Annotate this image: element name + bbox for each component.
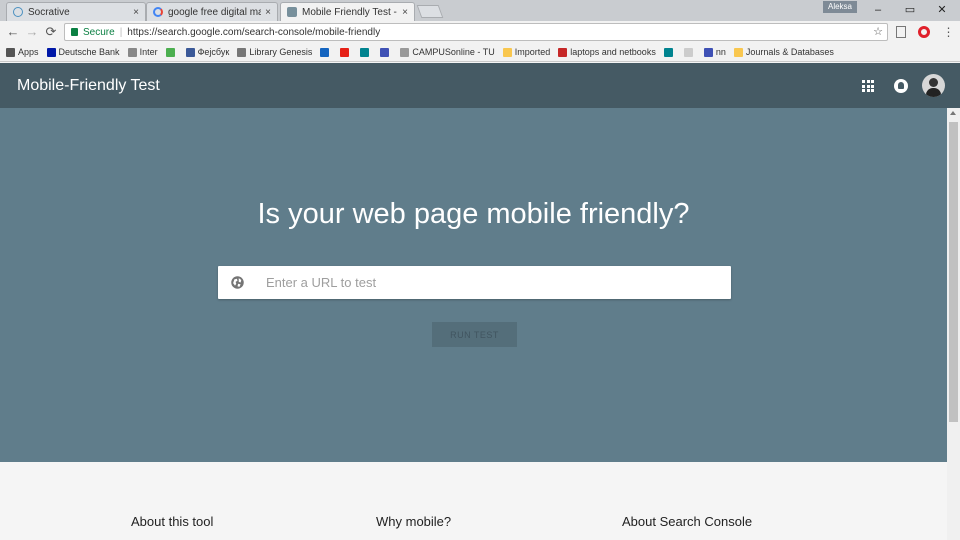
bookmark-item[interactable]: nn [703,47,726,57]
bookmark-label: CAMPUSonline - TU [412,47,495,57]
bookmark-item[interactable] [165,47,178,57]
bookmark-favicon-icon [703,47,713,57]
opera-extension-icon[interactable] [918,26,930,38]
bookmark-favicon-icon [46,47,56,57]
bookmark-favicon-icon [185,47,195,57]
apps-grid-icon[interactable] [862,80,874,92]
why-mobile-heading[interactable]: Why mobile? [376,514,451,529]
tab-title: Mobile Friendly Test - Go [302,6,398,18]
socrative-favicon-icon [13,7,23,17]
bookmarks-bar: Apps Deutsche Bank Inter Фејсбук Library Gen… [0,43,960,62]
minimize-icon[interactable]: – [868,3,888,17]
bookmark-favicon-icon [558,47,568,57]
hero-section: Is your web page mobile friendly? RUN TE… [0,108,947,462]
notifications-bell-icon[interactable] [894,79,908,93]
close-window-icon[interactable]: ✕ [932,3,952,17]
tab-mobile-friendly-test[interactable]: Mobile Friendly Test - Go × [280,2,415,21]
bookmark-item[interactable] [340,47,352,57]
menu-icon[interactable]: ⋮ [942,25,955,39]
profile-chip[interactable]: Aleksa [823,1,857,13]
page-scrollbar[interactable] [947,108,960,540]
bookmark-item[interactable]: Apps [6,47,39,57]
bookmark-label: Journals & Databases [745,47,834,57]
forward-icon[interactable]: → [24,24,40,40]
tab-title: google free digital marke [168,6,261,18]
address-bar[interactable]: Secure | https://search.google.com/searc… [64,23,888,41]
bookmark-star-icon[interactable]: ☆ [873,25,883,38]
bookmark-favicon-icon [733,47,743,57]
back-icon[interactable]: ← [5,24,21,40]
bookmark-favicon-icon [127,47,137,57]
bookmark-item[interactable]: Journals & Databases [733,47,834,57]
bookmark-item[interactable]: Inter [127,47,158,57]
scroll-up-arrow-icon[interactable] [950,111,956,115]
bookmark-favicon-icon [360,47,370,57]
omnibox-separator: | [119,26,123,38]
search-console-favicon-icon [287,7,297,17]
extension-page-icon[interactable] [896,26,906,38]
tab-close-icon[interactable]: × [402,7,408,18]
bookmark-label: laptops and netbooks [570,47,656,57]
bookmark-item[interactable] [683,47,696,57]
browser-tab-strip: Socrative × google free digital marke × … [0,0,960,21]
lock-icon [71,28,78,36]
bookmark-favicon-icon [400,47,410,57]
browser-toolbar: ← → ⟳ Secure | https://search.google.com… [0,21,960,43]
restore-icon[interactable]: ▭ [900,3,920,17]
bookmark-item[interactable] [663,47,676,57]
bookmark-favicon-icon [380,47,390,57]
hero-heading: Is your web page mobile friendly? [257,198,690,230]
bookmark-label: Фејсбук [197,47,230,57]
url-input-container [218,266,731,299]
tab-close-icon[interactable]: × [133,7,139,18]
bookmark-label: Imported [514,47,551,57]
tab-socrative[interactable]: Socrative × [6,2,146,21]
secure-label: Secure [83,26,115,38]
bookmark-item[interactable]: Imported [502,47,551,57]
globe-icon [231,276,244,289]
reload-icon[interactable]: ⟳ [43,24,59,40]
bookmark-item[interactable]: CAMPUSonline - TU [400,47,495,57]
about-search-console-heading[interactable]: About Search Console [622,514,752,529]
run-test-button[interactable]: RUN TEST [432,322,517,347]
url-input[interactable] [266,270,706,295]
bookmark-label: Library Genesis [249,47,313,57]
about-tool-heading[interactable]: About this tool [131,514,213,529]
tab-google-search[interactable]: google free digital marke × [146,2,278,21]
bookmark-favicon-icon [663,47,673,57]
bookmark-favicon-icon [6,47,15,57]
bookmark-favicon-icon [320,47,330,57]
bookmark-label: Inter [139,47,158,57]
bookmark-favicon-icon [683,47,693,57]
bookmark-item[interactable]: Фејсбук [185,47,230,57]
bookmark-item[interactable]: Library Genesis [237,47,312,57]
bookmark-favicon-icon [165,47,175,57]
bookmark-label: nn [715,47,726,57]
bookmark-item[interactable] [380,47,392,57]
bookmark-label: Deutsche Bank [58,47,120,57]
google-favicon-icon [153,7,163,17]
bookmark-item[interactable] [320,47,332,57]
info-section: About this tool Why mobile? About Search… [0,462,947,540]
tab-close-icon[interactable]: × [265,7,271,18]
bookmark-item[interactable]: Deutsche Bank [46,47,120,57]
bookmark-item[interactable] [360,47,372,57]
new-tab-button[interactable] [416,5,444,18]
bookmark-favicon-icon [340,47,350,57]
tab-title: Socrative [28,6,70,18]
scroll-thumb[interactable] [949,122,958,422]
bookmark-label: Apps [18,47,39,57]
bookmark-favicon-icon [237,47,247,57]
app-bar: Mobile-Friendly Test [0,63,960,108]
url-text[interactable]: https://search.google.com/search-console… [127,27,380,38]
avatar[interactable] [922,74,945,97]
bookmark-favicon-icon [502,47,512,57]
bookmark-item[interactable]: laptops and netbooks [558,47,656,57]
page-title: Mobile-Friendly Test [17,77,160,94]
